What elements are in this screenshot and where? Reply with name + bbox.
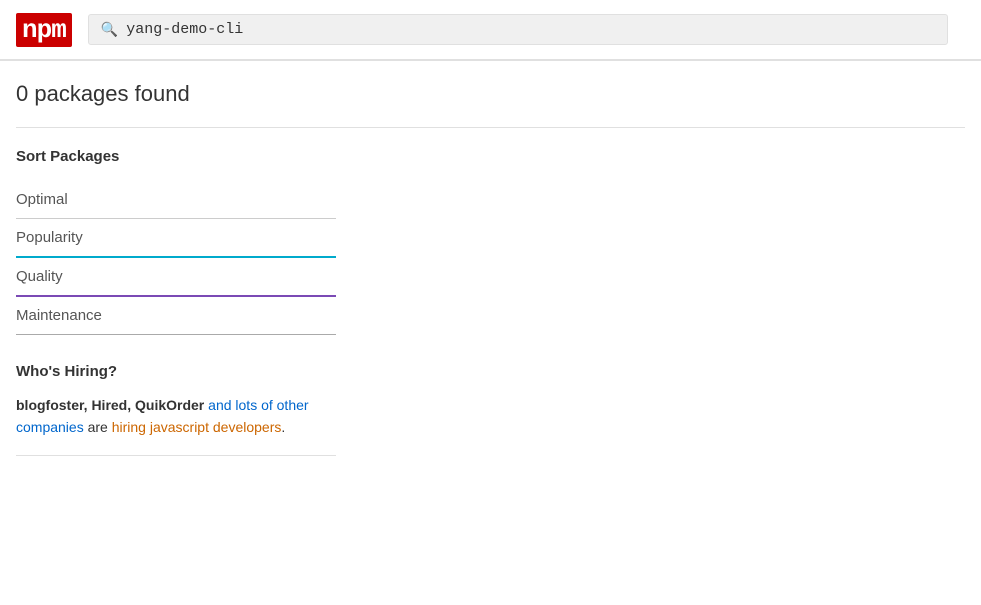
search-icon: 🔍	[101, 21, 118, 38]
content-separator	[16, 127, 965, 128]
hiring-companies: blogfoster, Hired, QuikOrder	[16, 397, 204, 413]
layout: Sort Packages Optimal Popularity Quality…	[16, 148, 965, 456]
results-count: 0 packages found	[16, 81, 965, 107]
main-content: 0 packages found Sort Packages Optimal P…	[0, 61, 981, 456]
sort-optimal[interactable]: Optimal	[16, 181, 336, 219]
whos-hiring-heading: Who's Hiring?	[16, 363, 336, 380]
sort-packages-heading: Sort Packages	[16, 148, 336, 165]
hiring-text-middle: are	[84, 419, 112, 435]
whos-hiring-section: Who's Hiring? blogfoster, Hired, QuikOrd…	[16, 363, 336, 456]
hiring-text-end: .	[281, 419, 285, 435]
sidebar: Sort Packages Optimal Popularity Quality…	[16, 148, 356, 456]
npm-logo: npm	[16, 13, 72, 47]
sort-maintenance[interactable]: Maintenance	[16, 297, 336, 335]
hiring-link-jobs[interactable]: hiring javascript developers	[112, 419, 282, 435]
whos-hiring-separator	[16, 455, 336, 456]
search-bar[interactable]: 🔍 yang-demo-cli	[88, 14, 948, 45]
search-input[interactable]: yang-demo-cli	[126, 21, 935, 38]
sort-popularity[interactable]: Popularity	[16, 219, 336, 258]
header: npm 🔍 yang-demo-cli	[0, 0, 981, 60]
hiring-text: blogfoster, Hired, QuikOrder and lots of…	[16, 394, 336, 439]
sort-quality[interactable]: Quality	[16, 258, 336, 297]
